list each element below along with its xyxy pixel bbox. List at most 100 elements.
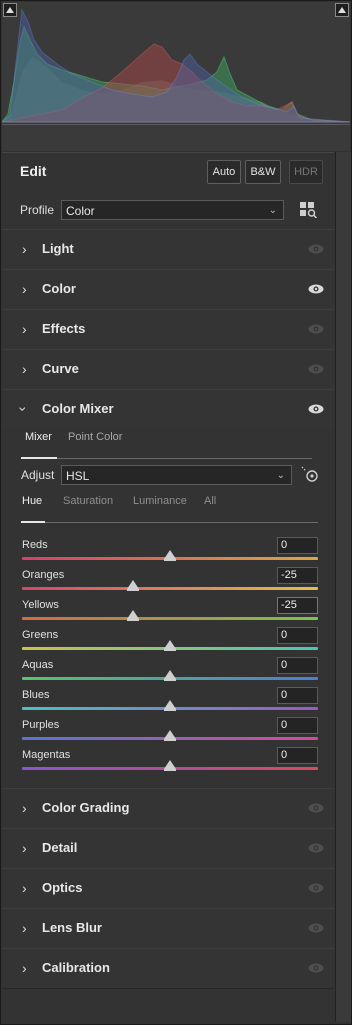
slider-thumb[interactable] bbox=[127, 610, 139, 621]
slider-label: Yellows bbox=[22, 599, 59, 611]
section-calibration[interactable]: › Calibration bbox=[2, 948, 334, 989]
chevron-down-icon: ⌄ bbox=[268, 205, 277, 216]
tab-hue[interactable]: Hue bbox=[22, 495, 42, 507]
slider-value-field[interactable]: 0 bbox=[277, 627, 318, 644]
eye-icon[interactable] bbox=[308, 284, 324, 294]
section-title: Effects bbox=[42, 321, 86, 336]
section-color[interactable]: › Color bbox=[2, 269, 334, 310]
slider-thumb[interactable] bbox=[127, 580, 139, 591]
histogram-graph bbox=[2, 8, 350, 123]
tab-underline-active bbox=[21, 457, 57, 459]
adjust-value: HSL bbox=[66, 469, 90, 483]
chevron-right-icon: › bbox=[22, 800, 27, 816]
bw-button[interactable]: B&W bbox=[245, 160, 281, 184]
section-title: Color Mixer bbox=[42, 401, 114, 416]
slider-label: Blues bbox=[22, 689, 50, 701]
section-effects[interactable]: › Effects bbox=[2, 309, 334, 350]
chevron-right-icon: › bbox=[22, 920, 27, 936]
slider-track[interactable] bbox=[22, 587, 318, 590]
slider-label: Greens bbox=[22, 629, 59, 641]
color-mixer-body: Mixer Point Color Adjust HSL ⌄ Hue Satur… bbox=[2, 429, 334, 787]
section-title: Lens Blur bbox=[42, 920, 102, 935]
section-title: Calibration bbox=[42, 960, 110, 975]
eye-icon[interactable] bbox=[308, 324, 324, 334]
slider-value-field[interactable]: 0 bbox=[277, 747, 318, 764]
profile-browser-icon[interactable] bbox=[300, 202, 318, 218]
tab-saturation[interactable]: Saturation bbox=[63, 495, 113, 507]
section-title: Color bbox=[42, 281, 76, 296]
edit-panel: Edit Auto B&W HDR Profile Color ⌄ › Light… bbox=[0, 0, 352, 1025]
eye-icon[interactable] bbox=[308, 803, 324, 813]
adjust-select[interactable]: HSL ⌄ bbox=[61, 465, 292, 485]
tab-underline bbox=[57, 458, 312, 459]
slider-thumb[interactable] bbox=[164, 730, 176, 741]
slider-label: Magentas bbox=[22, 749, 71, 761]
color-mixer-section-header[interactable]: › Color Mixer bbox=[2, 389, 334, 429]
chevron-right-icon: › bbox=[22, 241, 27, 257]
shadow-clipping-toggle[interactable] bbox=[3, 3, 17, 17]
slider-value-field[interactable]: -25 bbox=[277, 597, 318, 614]
tab-all[interactable]: All bbox=[204, 495, 216, 507]
profile-select[interactable]: Color ⌄ bbox=[61, 200, 284, 220]
highlight-clipping-toggle[interactable] bbox=[335, 3, 349, 17]
tab-mixer[interactable]: Mixer bbox=[25, 431, 52, 443]
histogram bbox=[2, 2, 350, 125]
eye-icon[interactable] bbox=[308, 883, 324, 893]
slider-thumb[interactable] bbox=[164, 550, 176, 561]
slider-thumb[interactable] bbox=[164, 700, 176, 711]
tab-point-color[interactable]: Point Color bbox=[68, 431, 122, 443]
auto-button[interactable]: Auto bbox=[207, 160, 241, 184]
slider-track[interactable] bbox=[22, 617, 318, 620]
section-title: Light bbox=[42, 241, 74, 256]
eye-icon[interactable] bbox=[308, 244, 324, 254]
section-detail[interactable]: › Detail bbox=[2, 828, 334, 869]
section-lens-blur[interactable]: › Lens Blur bbox=[2, 908, 334, 949]
slider-label: Aquas bbox=[22, 659, 54, 671]
chevron-right-icon: › bbox=[22, 840, 27, 856]
section-title: Curve bbox=[42, 361, 79, 376]
edit-header: Edit Auto B&W HDR bbox=[2, 152, 334, 192]
section-color-grading[interactable]: › Color Grading bbox=[2, 788, 334, 829]
slider-value-field[interactable]: -25 bbox=[277, 567, 318, 584]
slider-label: Purples bbox=[22, 719, 60, 731]
profile-value: Color bbox=[66, 204, 95, 218]
chevron-down-icon: › bbox=[15, 406, 32, 412]
hdr-button[interactable]: HDR bbox=[289, 160, 323, 184]
slider-label: Reds bbox=[22, 539, 48, 551]
eye-icon[interactable] bbox=[308, 364, 324, 374]
chevron-right-icon: › bbox=[22, 361, 27, 377]
slider-thumb[interactable] bbox=[164, 640, 176, 651]
slider-value-field[interactable]: 0 bbox=[277, 687, 318, 704]
slider-thumb[interactable] bbox=[164, 670, 176, 681]
profile-label: Profile bbox=[20, 203, 55, 217]
subtab-underline-active bbox=[21, 521, 45, 523]
panel-footer bbox=[2, 989, 350, 1023]
profile-row: Profile Color ⌄ bbox=[2, 191, 334, 229]
chevron-right-icon: › bbox=[22, 960, 27, 976]
eye-icon[interactable] bbox=[308, 843, 324, 853]
histogram-info-bar bbox=[2, 125, 350, 151]
section-optics[interactable]: › Optics bbox=[2, 868, 334, 909]
chevron-right-icon: › bbox=[22, 880, 27, 896]
edit-title: Edit bbox=[20, 163, 47, 179]
adjust-label: Adjust bbox=[21, 468, 55, 482]
slider-label: Oranges bbox=[22, 569, 65, 581]
slider-value-field[interactable]: 0 bbox=[277, 537, 318, 554]
slider-value-field[interactable]: 0 bbox=[277, 717, 318, 734]
section-title: Optics bbox=[42, 880, 83, 895]
section-curve[interactable]: › Curve bbox=[2, 349, 334, 390]
targeted-adjustment-icon[interactable] bbox=[300, 465, 320, 485]
section-title: Detail bbox=[42, 840, 78, 855]
panel-scrollbar[interactable] bbox=[335, 152, 351, 1022]
chevron-down-icon: ⌄ bbox=[276, 470, 285, 481]
subtab-underline bbox=[45, 522, 318, 523]
chevron-right-icon: › bbox=[22, 321, 27, 337]
eye-icon[interactable] bbox=[308, 404, 324, 414]
eye-icon[interactable] bbox=[308, 923, 324, 933]
eye-icon[interactable] bbox=[308, 963, 324, 973]
slider-value-field[interactable]: 0 bbox=[277, 657, 318, 674]
slider-thumb[interactable] bbox=[164, 760, 176, 771]
section-light[interactable]: › Light bbox=[2, 229, 334, 270]
chevron-right-icon: › bbox=[22, 281, 27, 297]
tab-luminance[interactable]: Luminance bbox=[133, 495, 187, 507]
